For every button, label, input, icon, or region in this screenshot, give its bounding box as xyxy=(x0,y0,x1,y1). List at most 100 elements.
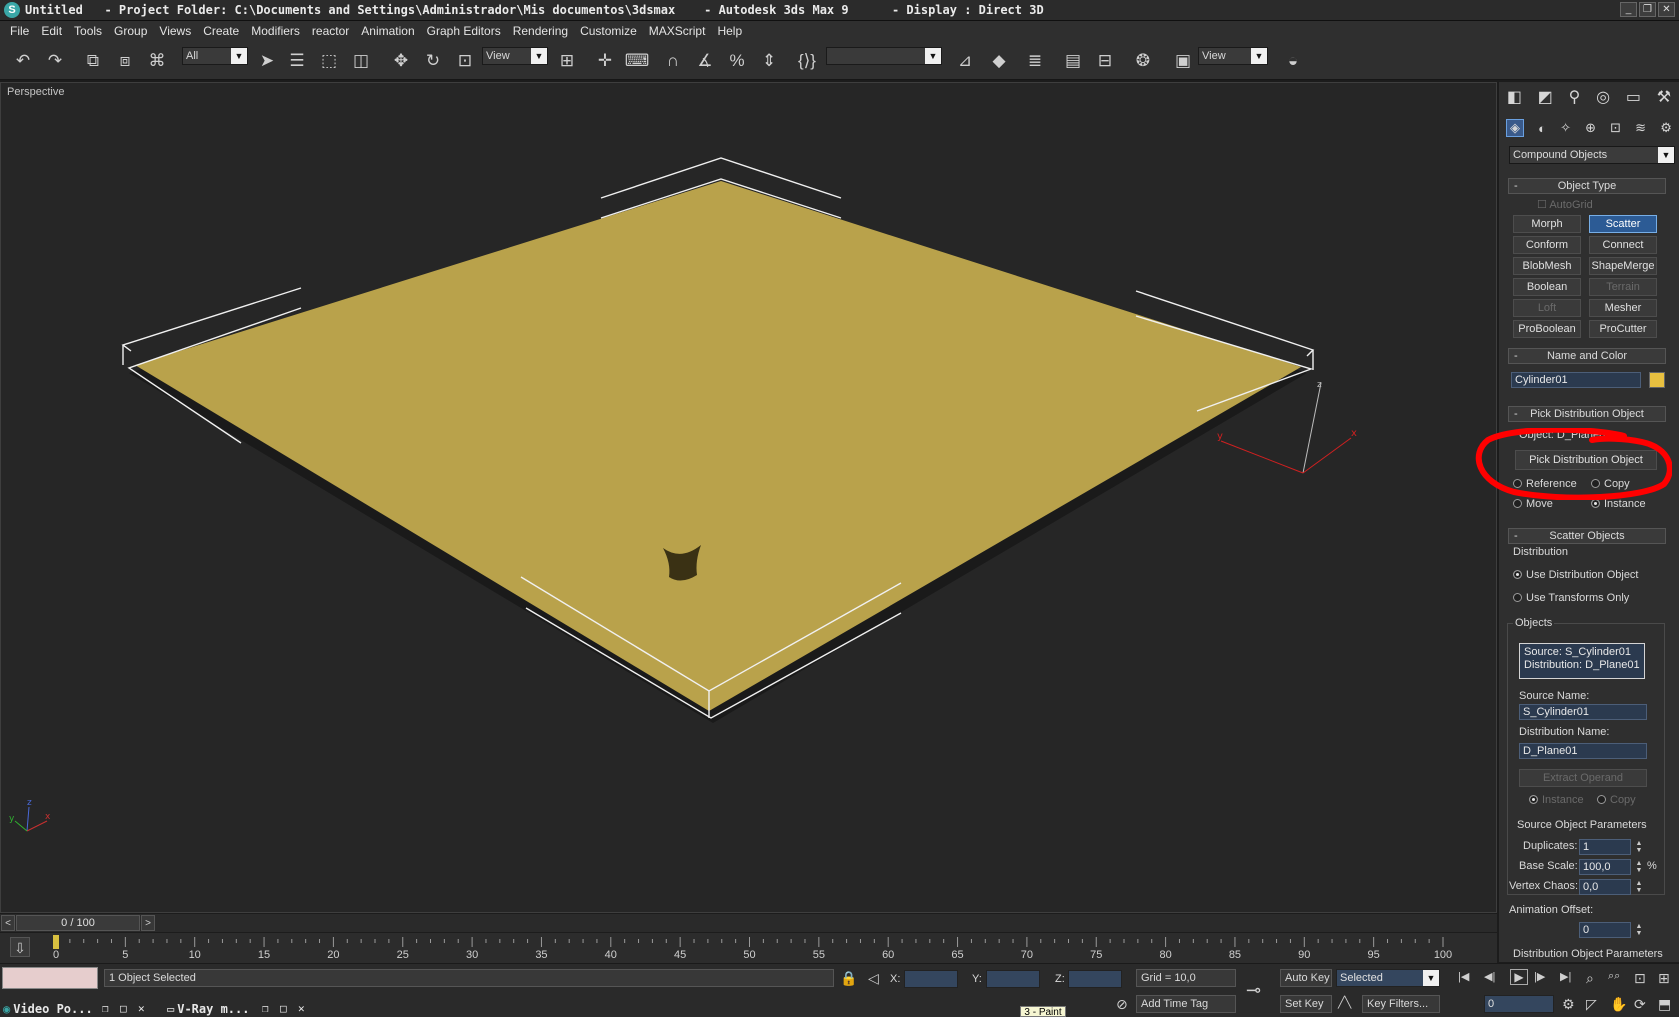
use-transforms-only-radio[interactable]: Use Transforms Only xyxy=(1513,592,1629,604)
zoom-icon[interactable]: ⌕ xyxy=(1586,970,1594,987)
object-color-swatch[interactable] xyxy=(1649,372,1665,388)
current-frame-marker[interactable] xyxy=(53,935,59,949)
mirror-icon[interactable]: ⊿ xyxy=(952,48,978,74)
spinner-snap-icon[interactable]: ⇕ xyxy=(756,48,782,74)
zoom-extents-icon[interactable]: ⊡ xyxy=(1634,970,1646,987)
boolean-button[interactable]: Boolean xyxy=(1513,278,1581,296)
scale-icon[interactable]: ⊡ xyxy=(452,48,478,74)
menu-rendering[interactable]: Rendering xyxy=(507,24,574,38)
pan-view-icon[interactable]: ✋ xyxy=(1610,996,1627,1013)
taskbar-maximize-button[interactable]: □ xyxy=(120,1000,127,1017)
bind-space-warp-icon[interactable]: ⌘ xyxy=(144,48,170,74)
hierarchy-tab-icon[interactable]: ⚲ xyxy=(1569,87,1581,107)
menu-graph-editors[interactable]: Graph Editors xyxy=(421,24,507,38)
pivot-center-icon[interactable]: ⊞ xyxy=(554,48,580,74)
curve-editor-icon[interactable]: ▤ xyxy=(1060,48,1086,74)
display-tab-icon[interactable]: ▭ xyxy=(1626,87,1641,107)
name-color-rollout-header[interactable]: - Name and Color xyxy=(1508,348,1666,364)
animation-offset-field[interactable]: 0 xyxy=(1579,922,1631,938)
previous-frame-icon[interactable]: ◀| xyxy=(1484,970,1495,983)
menu-customize[interactable]: Customize xyxy=(574,24,643,38)
add-time-tag-button[interactable]: Add Time Tag xyxy=(1136,995,1236,1013)
use-distribution-object-radio[interactable]: Use Distribution Object xyxy=(1513,569,1639,581)
zoom-extents-all-icon[interactable]: ⊞ xyxy=(1658,970,1670,987)
schematic-view-icon[interactable]: ⊟ xyxy=(1092,48,1118,74)
unlink-icon[interactable]: ⧈ xyxy=(112,48,138,74)
taskbar-maximize-button[interactable]: □ xyxy=(280,1000,287,1017)
lights-tab-icon[interactable]: ✧ xyxy=(1560,120,1571,136)
restore-button[interactable]: ❐ xyxy=(1639,2,1656,17)
go-to-end-icon[interactable]: ▶| xyxy=(1560,970,1571,983)
play-icon[interactable]: ▶ xyxy=(1510,969,1528,985)
quick-render-icon[interactable]: ◒ xyxy=(1280,48,1306,74)
angle-snap-icon[interactable]: ∡ xyxy=(692,48,718,74)
scatter-objects-rollout-header[interactable]: - Scatter Objects xyxy=(1508,528,1666,544)
conform-button[interactable]: Conform xyxy=(1513,236,1581,254)
list-item[interactable]: Distribution: D_Plane01 xyxy=(1524,659,1640,672)
motion-tab-icon[interactable]: ◎ xyxy=(1596,87,1610,107)
menu-create[interactable]: Create xyxy=(197,24,245,38)
redo-icon[interactable]: ↷ xyxy=(42,48,68,74)
blobmesh-button[interactable]: BlobMesh xyxy=(1513,257,1581,275)
morph-button[interactable]: Morph xyxy=(1513,215,1581,233)
scatter-button[interactable]: Scatter xyxy=(1589,215,1657,233)
mesher-button[interactable]: Mesher xyxy=(1589,299,1657,317)
snaps-toggle-icon[interactable]: ∩ xyxy=(660,48,686,74)
distribution-plane[interactable] xyxy=(135,181,1301,711)
object-type-rollout-header[interactable]: - Object Type xyxy=(1508,178,1666,194)
helpers-tab-icon[interactable]: ⊡ xyxy=(1610,120,1621,136)
auto-key-button[interactable]: Auto Key xyxy=(1280,969,1332,987)
taskbar-vray-material[interactable]: ▭ V-Ray m... ❐ □ ✕ xyxy=(164,1000,320,1017)
next-rollout-label[interactable]: Distribution Object Parameters xyxy=(1513,948,1663,960)
lock-selection-icon[interactable]: 🔒 xyxy=(840,970,857,987)
object-category-dropdown[interactable]: Compound Objects ▼ xyxy=(1509,146,1675,164)
extract-operand-button[interactable]: Extract Operand xyxy=(1519,769,1647,787)
shapes-tab-icon[interactable]: ◐ xyxy=(1538,121,1546,136)
edit-named-selection-icon[interactable]: {⟩} xyxy=(794,48,820,74)
next-frame-icon[interactable]: |▶ xyxy=(1534,970,1545,983)
utilities-tab-icon[interactable]: ⚒ xyxy=(1657,87,1671,107)
time-next-button[interactable]: > xyxy=(141,915,155,931)
go-to-start-icon[interactable]: |◀ xyxy=(1458,970,1469,983)
list-item[interactable]: Source: S_Cylinder01 xyxy=(1524,646,1640,659)
key-filters-button[interactable]: Key Filters... xyxy=(1362,995,1440,1013)
perspective-viewport[interactable]: Perspective z y x z x y xyxy=(0,82,1497,913)
geometry-tab-icon[interactable]: ◈ xyxy=(1506,119,1525,137)
connect-button[interactable]: Connect xyxy=(1589,236,1657,254)
render-type-dropdown[interactable]: View ▼ xyxy=(1198,47,1268,65)
arc-rotate-icon[interactable]: ⟳ xyxy=(1634,996,1646,1013)
pick-distribution-object-button[interactable]: Pick Distribution Object xyxy=(1515,450,1657,470)
instance-radio[interactable]: Instance xyxy=(1591,498,1646,510)
autogrid-checkbox[interactable]: ☐ AutoGrid xyxy=(1537,198,1593,211)
taskbar-restore-button[interactable]: ❐ xyxy=(102,1000,109,1017)
distribution-name-field[interactable]: D_Plane01 xyxy=(1519,743,1647,759)
vertex-chaos-field[interactable]: 0,0 xyxy=(1579,879,1631,895)
menu-tools[interactable]: Tools xyxy=(68,24,108,38)
space-warps-tab-icon[interactable]: ≋ xyxy=(1635,120,1646,136)
link-icon[interactable]: ⧉ xyxy=(80,48,106,74)
y-coordinate-field[interactable] xyxy=(986,970,1040,988)
time-slider[interactable]: < 0 / 100 > xyxy=(0,914,1497,932)
percent-snap-icon[interactable]: % xyxy=(724,48,750,74)
menu-views[interactable]: Views xyxy=(153,24,197,38)
time-configuration-icon[interactable]: ⚙ xyxy=(1562,996,1575,1013)
move-icon[interactable]: ✥ xyxy=(388,48,414,74)
extract-instance-radio[interactable]: Instance xyxy=(1529,794,1584,806)
terrain-button[interactable]: Terrain xyxy=(1589,278,1657,296)
copy-radio[interactable]: Copy xyxy=(1591,478,1630,490)
select-object-icon[interactable]: ➤ xyxy=(254,48,280,74)
vertex-chaos-spinner-icon[interactable]: ▲ ▼ xyxy=(1635,880,1643,894)
x-coordinate-field[interactable] xyxy=(904,970,958,988)
render-scene-icon[interactable]: ▣ xyxy=(1170,48,1196,74)
duplicates-spinner-icon[interactable]: ▲ ▼ xyxy=(1635,840,1643,854)
time-slider-thumb[interactable]: 0 / 100 xyxy=(16,915,140,931)
animation-offset-spinner-icon[interactable]: ▲ ▼ xyxy=(1635,923,1643,937)
menu-animation[interactable]: Animation xyxy=(355,24,420,38)
shapemerge-button[interactable]: ShapeMerge xyxy=(1589,257,1657,275)
time-prev-button[interactable]: < xyxy=(1,915,15,931)
proboolean-button[interactable]: ProBoolean xyxy=(1513,320,1581,338)
cameras-tab-icon[interactable]: ⊕ xyxy=(1585,120,1596,136)
maxscript-listener-mini[interactable] xyxy=(2,967,98,989)
set-key-button[interactable]: Set Key xyxy=(1280,995,1332,1013)
taskbar-close-button[interactable]: ✕ xyxy=(138,1000,145,1017)
